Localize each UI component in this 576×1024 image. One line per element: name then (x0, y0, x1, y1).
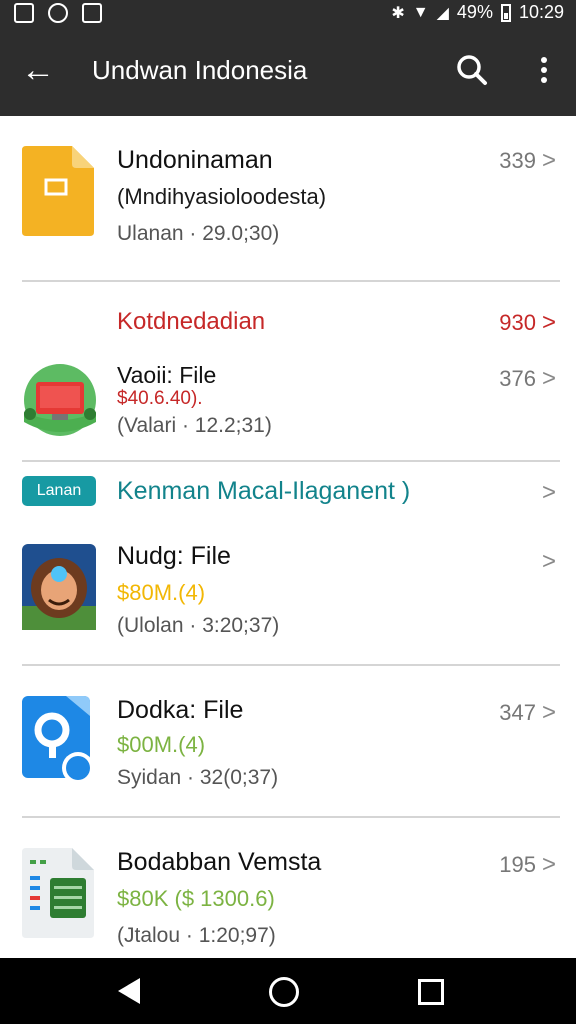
item-meta: (Jtalou · 1:20;97) (117, 924, 276, 947)
list-item[interactable]: Undoninaman (Mndihyasioloodesta) Ulanan … (0, 116, 576, 280)
sync-icon (48, 3, 68, 23)
chevron-right-icon[interactable]: > (540, 548, 558, 576)
item-count: 376 (499, 366, 536, 391)
page-title: Undwan Indonesia (92, 55, 308, 85)
list-item[interactable]: Kotdnedadian 930 > (0, 282, 576, 336)
item-meta: (Valari · 12.2;31) (117, 414, 272, 437)
image-icon (14, 3, 34, 23)
item-title: Dodka: File (117, 696, 244, 724)
list-item[interactable]: Vaoii: File $40.6.40). (Valari · 12.2;31… (0, 332, 576, 460)
spreadsheet-icon (22, 848, 94, 938)
chevron-right-icon[interactable]: > (540, 147, 558, 175)
item-count: 195 (499, 852, 536, 877)
navigation-bar (0, 958, 576, 1024)
item-price: $80K ($ 1300.6) (117, 886, 275, 911)
item-title: Undoninaman (117, 146, 273, 174)
battery-icon (500, 3, 511, 22)
nav-back-icon[interactable] (118, 978, 140, 1004)
list-item[interactable]: Dodka: File $00M.(4) Syidan · 32(0;37) 3… (0, 666, 576, 816)
app-bar: ← Undwan Indonesia (0, 26, 576, 116)
section-badge: Lanan (22, 476, 96, 506)
bluetooth-icon: ✱ (391, 4, 405, 22)
item-subtitle: $80M.(4) (117, 580, 206, 605)
chevron-right-icon[interactable]: > (540, 479, 558, 507)
divider (22, 460, 560, 462)
item-subtitle: $00M.(4) (117, 732, 206, 757)
section-title: Kenman Macal-Ilaganent ) (117, 477, 411, 505)
nav-recents-icon[interactable] (418, 979, 444, 1005)
nav-home-icon[interactable] (269, 977, 299, 1007)
chevron-right-icon[interactable]: > (540, 365, 558, 393)
item-meta: Syidan · 32(0;37) (117, 766, 279, 789)
list-item[interactable]: Nudg: File $80M.(4) (Ulolan · 3:20;37) > (0, 530, 576, 664)
status-notification-icons (14, 3, 102, 23)
search-icon[interactable] (452, 50, 492, 90)
computer-icon (24, 364, 96, 436)
search-app-icon (22, 696, 94, 784)
item-subtitle: $80K ($ 1300.6) (117, 886, 275, 912)
wifi-icon: ▼ (412, 3, 429, 21)
back-arrow-icon[interactable]: ← (18, 50, 58, 90)
item-subtitle: (Mndihyasioloodesta) (117, 184, 327, 209)
item-meta: (Ulolan · 3:20;37) (117, 614, 280, 637)
battery-percent: 49% (456, 2, 493, 22)
item-title: Nudg: File (117, 542, 231, 570)
item-title: Bodabban Vemsta (117, 848, 322, 876)
list-item[interactable]: Bodabban Vemsta $80K ($ 1300.6) (Jtalou … (0, 818, 576, 958)
status-bar: ✱ ▼ ◢ 49% 10:29 (0, 0, 576, 26)
avatar-icon (22, 544, 96, 630)
clock: 10:29 (518, 2, 564, 22)
document-icon (22, 146, 94, 236)
chevron-right-icon[interactable]: > (540, 699, 558, 727)
item-count: 347 (499, 700, 536, 725)
item-count: 339 (499, 148, 536, 173)
download-icon (82, 3, 102, 23)
chevron-right-icon[interactable]: > (540, 851, 558, 879)
signal-icon: ◢ (436, 4, 449, 22)
more-vert-icon[interactable] (526, 50, 562, 90)
item-meta: Ulanan · 29.0;30) (117, 222, 280, 245)
item-subtitle: $40.6.40). (117, 388, 203, 409)
item-title: Vaoii: File (117, 362, 217, 388)
status-system-icons: ✱ ▼ ◢ 49% 10:29 (391, 2, 564, 23)
